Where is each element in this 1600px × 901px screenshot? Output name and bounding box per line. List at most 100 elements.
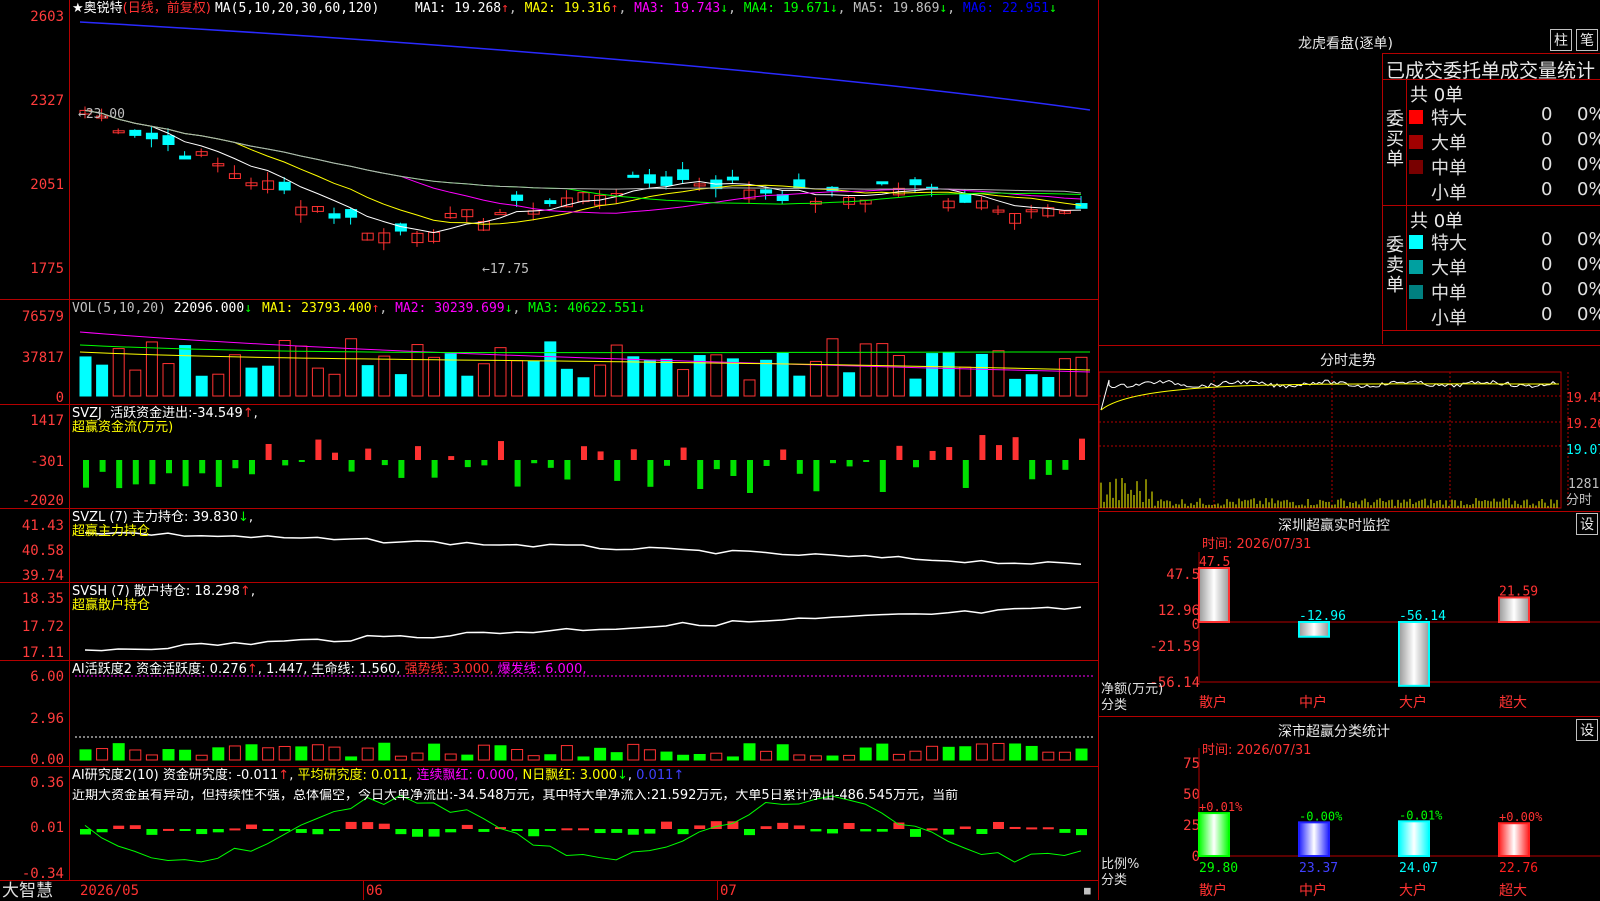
research-bar <box>993 821 1004 829</box>
buy-row: 大单 0 0% <box>1407 129 1600 154</box>
vol-indicator: MA1: 23793.400 <box>262 301 372 316</box>
star-icon[interactable]: ★ <box>72 1 84 16</box>
candle <box>959 193 972 203</box>
volume-bar <box>394 374 407 397</box>
activity-bar <box>228 745 241 761</box>
volume-bar <box>975 353 988 397</box>
volume-bar <box>1009 378 1022 397</box>
volume-bar <box>843 372 856 397</box>
candle <box>145 132 158 140</box>
research-bar <box>80 829 91 835</box>
activity-bar <box>394 755 407 761</box>
svzl-y-tick: 41.43 <box>21 518 64 534</box>
activity-bar <box>96 748 109 761</box>
activity-bar <box>1058 751 1071 761</box>
activity-bar <box>129 749 142 761</box>
intraday-chart[interactable] <box>1099 370 1600 510</box>
volume-bar <box>129 369 142 397</box>
candle <box>328 213 341 219</box>
ai2-note: 近期大资金虽有异动，但持续性不强，总体偏空，今日大单净流出:-34.548万元，… <box>72 789 959 803</box>
research-bar <box>611 829 623 833</box>
activity-bar <box>1009 743 1022 761</box>
monitor-bar <box>1298 621 1330 638</box>
classify-category: 散户 <box>1199 882 1227 899</box>
classify-bar <box>1398 820 1430 858</box>
candle <box>278 181 291 191</box>
classify-category: 超大 <box>1499 883 1527 899</box>
classify-chart[interactable]: +0.01% 29.80 散户 -0.00% 23.37 中户 -0.01% 24.07 大户 +… <box>1099 716 1600 900</box>
classify-bar <box>1198 812 1230 857</box>
activity-bar <box>461 754 474 761</box>
volume-bar <box>1025 374 1038 397</box>
activity-bar <box>79 749 92 761</box>
activity-bar <box>726 756 739 761</box>
volume-bar <box>361 365 374 397</box>
volume-bar <box>96 364 109 397</box>
sell-row-value: 0 <box>1541 279 1553 300</box>
ma-indicator: MA6: 22.951 <box>962 1 1049 16</box>
candle <box>494 212 507 216</box>
sell-row: 大单 0 0% <box>1407 254 1600 279</box>
fund-flow-bar <box>730 460 737 476</box>
fund-flow-bar <box>796 460 803 474</box>
monitor-category: 散户 <box>1199 694 1227 711</box>
ai2-y-tick: -0.34 <box>21 866 64 882</box>
classify-change-label: -0.00% <box>1299 809 1343 823</box>
activity-bar <box>179 749 192 761</box>
lock-icon[interactable]: ■ <box>1084 884 1091 898</box>
price-chart[interactable] <box>0 0 1098 900</box>
volume-bar <box>262 365 275 397</box>
activity-bar <box>793 754 806 761</box>
ma-indicator: MA5: 19.869 <box>853 1 940 16</box>
activity-bar <box>776 744 789 761</box>
monitor-chart[interactable]: 47.5 散户 -12.96 中户 -56.14 大户 21.59 超大 <box>1099 512 1600 712</box>
fund-flow-bar <box>415 446 421 460</box>
candle <box>179 155 192 160</box>
research-bar <box>196 829 208 835</box>
volume-bar <box>677 369 690 397</box>
fund-flow-bar <box>1012 437 1019 460</box>
volume-bar <box>660 358 673 397</box>
research-bar <box>412 829 423 837</box>
main-y-tick: 2603 <box>30 9 64 25</box>
activity-bar <box>411 752 424 761</box>
ma-indicator-arrow: ↑ <box>501 1 509 16</box>
chart-area[interactable] <box>0 0 1098 900</box>
fund-flow-bar <box>597 451 604 460</box>
fund-flow-bar <box>132 460 139 485</box>
sell-row-name: 特大 <box>1431 233 1467 254</box>
intraday-title: 分时走势 <box>1320 353 1376 369</box>
research-bar <box>760 826 772 829</box>
time-tick <box>717 880 718 900</box>
buy-row-name: 中单 <box>1431 158 1467 179</box>
candle <box>660 176 673 186</box>
vol-y-tick: 76579 <box>21 309 64 325</box>
volume-bar <box>311 367 324 397</box>
legend-swatch-icon <box>1409 135 1423 149</box>
volume-bar <box>726 358 739 397</box>
research-bar <box>96 829 108 833</box>
classify-pct-label: 24.07 <box>1399 861 1438 876</box>
intraday-frame <box>1099 371 1562 509</box>
fund-flow-bar <box>232 460 239 469</box>
svsh-subtitle: 超赢散户持仓 <box>72 598 151 613</box>
fund-flow-bar <box>249 460 255 475</box>
sell-row-pct: 0% <box>1577 279 1600 300</box>
candle <box>345 209 358 218</box>
buy-row: 小单 0 0% <box>1407 179 1600 204</box>
bar-mode-button[interactable]: 柱 <box>1550 29 1572 51</box>
pane-divider <box>0 880 1098 881</box>
svzl-header: SVZL (7) 主力持仓: 39.830↓, <box>72 510 254 525</box>
classify-change-label: -0.01% <box>1399 808 1443 822</box>
research-bar <box>279 829 291 831</box>
volume-bar <box>1075 356 1088 397</box>
sell-row: 小单 0 0% <box>1407 304 1600 329</box>
research-bar <box>362 822 374 829</box>
research-bar <box>777 822 789 829</box>
ai2-header: AI研究度2(10) 资金研究度: -0.011↑, 平均研究度: 0.011,… <box>72 768 685 783</box>
tick-mode-button[interactable]: 笔 <box>1576 29 1598 51</box>
research-bar <box>959 826 971 829</box>
buy-side-label: 委买单 <box>1386 109 1404 170</box>
volume-bar <box>776 352 789 397</box>
svzj-subtitle: 超赢资金流(万元) <box>72 420 174 435</box>
